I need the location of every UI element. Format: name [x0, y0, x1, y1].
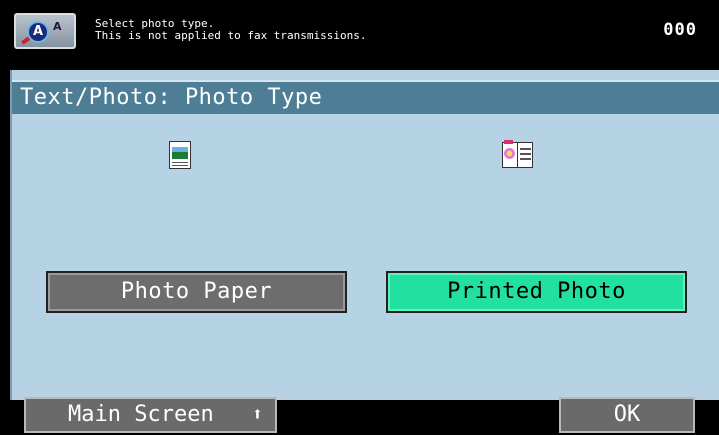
printed-photo-button[interactable]: Printed Photo [386, 271, 687, 313]
main-screen-label: Main Screen [68, 402, 214, 427]
help-pen-icon: A [27, 21, 49, 43]
message-bar: A A Select photo type. This is not appli… [0, 0, 719, 62]
dialog-title: Text/Photo: Photo Type [20, 85, 323, 110]
copier-screen: A A Select photo type. This is not appli… [0, 0, 719, 435]
photo-type-dialog: Text/Photo: Photo Type [10, 70, 719, 400]
photo-paper-icon [169, 141, 191, 169]
main-screen-button[interactable]: Main Screen ⬆ [24, 397, 277, 433]
footer-bar: Main Screen ⬆ OK [0, 397, 719, 435]
photo-paper-button[interactable]: Photo Paper [46, 271, 347, 313]
ok-button[interactable]: OK [559, 397, 695, 433]
printed-photo-icon [501, 140, 535, 170]
up-arrow-icon: ⬆ [252, 404, 263, 425]
copy-counter: 000 [663, 20, 697, 40]
dialog-content [12, 124, 719, 386]
message-line-2: This is not applied to fax transmissions… [95, 29, 367, 42]
help-button[interactable]: A A [14, 13, 76, 49]
dialog-title-bar: Text/Photo: Photo Type [12, 80, 719, 114]
